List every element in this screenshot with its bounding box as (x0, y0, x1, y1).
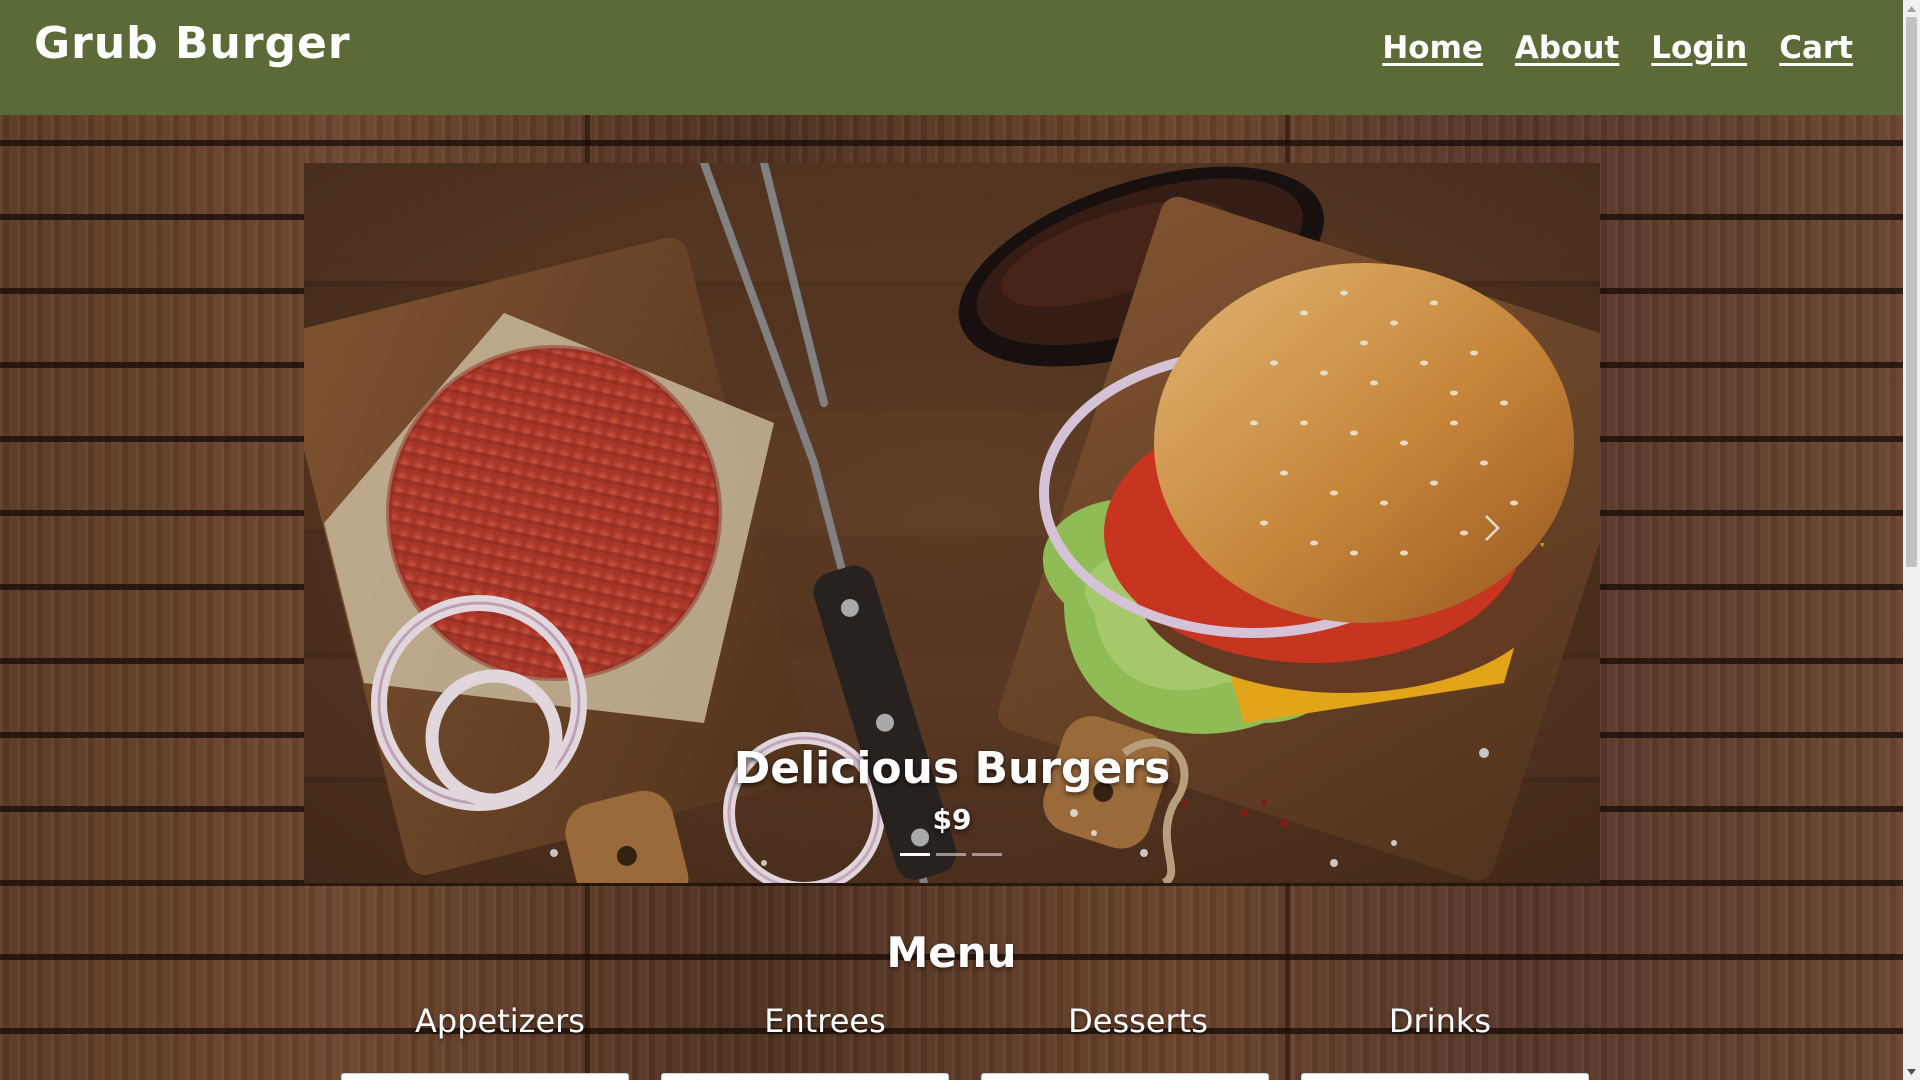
carousel-indicator-3[interactable] (972, 853, 1002, 856)
menu-heading: Menu (886, 928, 1017, 977)
navbar: Grub Burger Home About Login Cart (0, 0, 1903, 115)
scroll-up-arrow-icon[interactable] (1903, 0, 1920, 17)
nav-link-about[interactable]: About (1515, 30, 1619, 66)
nav-link-home[interactable]: Home (1382, 30, 1483, 66)
carousel-indicator-2[interactable] (936, 853, 966, 856)
chevron-left-icon[interactable] (344, 498, 384, 558)
nav-link-cart[interactable]: Cart (1779, 30, 1853, 66)
chevron-right-icon[interactable] (1472, 498, 1512, 558)
tab-desserts[interactable]: Desserts (1068, 1002, 1208, 1040)
menu-item-card[interactable] (1301, 1073, 1589, 1080)
menu-item-card[interactable] (341, 1073, 629, 1080)
menu-category-tabs: Appetizers Entrees Desserts Drinks (0, 1002, 1903, 1046)
tab-appetizers[interactable]: Appetizers (415, 1002, 585, 1040)
menu-item-card[interactable] (661, 1073, 949, 1080)
scroll-thumb[interactable] (1906, 17, 1917, 567)
brand-logo[interactable]: Grub Burger (34, 18, 351, 69)
nav-link-login[interactable]: Login (1651, 30, 1747, 66)
menu-item-cards (0, 1073, 1903, 1080)
page-scrollbar[interactable] (1903, 0, 1920, 1080)
carousel-indicator-1[interactable] (900, 853, 930, 856)
tab-entrees[interactable]: Entrees (764, 1002, 886, 1040)
tab-drinks[interactable]: Drinks (1389, 1002, 1491, 1040)
page: Grub Burger Home About Login Cart Delici… (0, 0, 1903, 1080)
hero-carousel: Delicious Burgers $9 (304, 163, 1600, 883)
slide-caption-price: $9 (932, 803, 972, 836)
menu-item-card[interactable] (981, 1073, 1269, 1080)
carousel-indicators (900, 853, 1002, 856)
scroll-down-arrow-icon[interactable] (1903, 1063, 1920, 1080)
nav-links: Home About Login Cart (1382, 30, 1853, 66)
slide-caption-title: Delicious Burgers (733, 743, 1171, 794)
